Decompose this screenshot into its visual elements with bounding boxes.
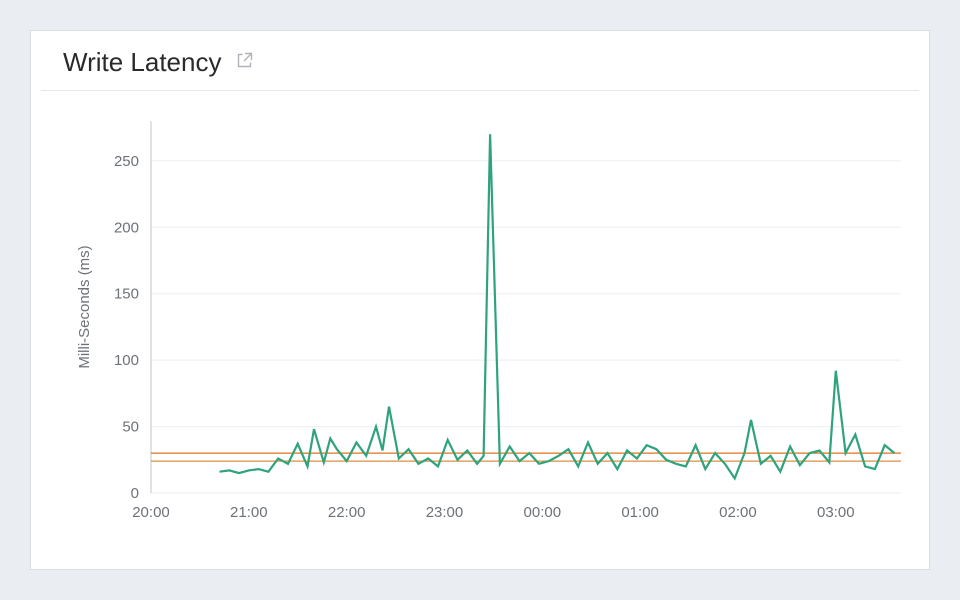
chart-area: 0 50 100 150 200 250 20:00 21:00 22:00 23:00 00:00… xyxy=(51,101,911,541)
y-tick-label: 150 xyxy=(114,286,139,303)
x-tick-label: 21:00 xyxy=(230,504,268,521)
line-chart: 0 50 100 150 200 250 20:00 21:00 22:00 23:00 00:00… xyxy=(51,101,911,541)
open-external-icon[interactable] xyxy=(236,51,254,69)
x-tick-label: 20:00 xyxy=(132,504,170,521)
y-tick-label: 250 xyxy=(114,153,139,170)
x-tick-label: 03:00 xyxy=(817,504,855,521)
x-tick-label: 23:00 xyxy=(426,504,464,521)
y-tick-label: 0 xyxy=(131,485,139,502)
y-tick-label: 100 xyxy=(114,352,139,369)
panel-title: Write Latency xyxy=(63,47,221,78)
panel-header: Write Latency xyxy=(41,31,919,91)
y-tick-label: 200 xyxy=(114,219,139,236)
y-tick-label: 50 xyxy=(122,419,139,436)
x-tick-label: 00:00 xyxy=(524,504,562,521)
x-tick-label: 22:00 xyxy=(328,504,366,521)
x-tick-label: 02:00 xyxy=(719,504,757,521)
y-axis-title: Milli-Seconds (ms) xyxy=(76,245,93,368)
chart-panel: Write Latency 0 50 100 150 200 250 20:00 21:00 2… xyxy=(30,30,930,570)
x-tick-label: 01:00 xyxy=(621,504,659,521)
